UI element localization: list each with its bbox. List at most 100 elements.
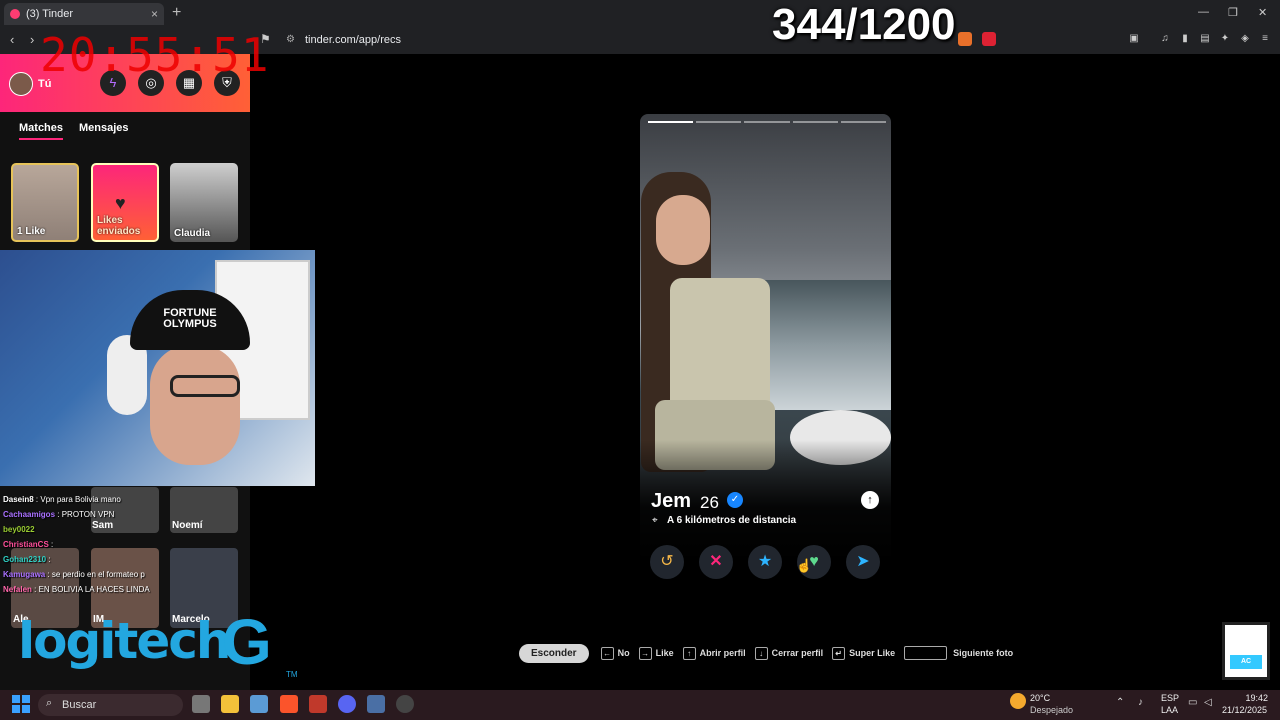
stream-clock: 20:55:51 xyxy=(40,28,270,82)
location-pin-icon: ⌖ xyxy=(652,515,658,526)
hint-no: ← No xyxy=(600,646,630,660)
weather-desc[interactable]: Despejado xyxy=(1030,705,1073,715)
discord-icon[interactable] xyxy=(338,695,356,713)
brave-browser-icon[interactable] xyxy=(280,695,298,713)
new-tab-button[interactable]: + xyxy=(172,4,181,22)
super-like-button[interactable]: ★ xyxy=(748,545,782,579)
chat-text: : Vpn para Bolivia mano xyxy=(33,495,121,504)
trademark-mark: TM xyxy=(286,670,298,679)
taskbar-time[interactable]: 19:42 xyxy=(1238,693,1268,703)
settings-icon[interactable] xyxy=(367,695,385,713)
chat-message: Kamugawa : se perdio en el formateo p xyxy=(3,567,248,582)
minimize-button[interactable]: — xyxy=(1198,6,1209,18)
match-name: Claudia xyxy=(174,228,211,239)
mouse-cursor-icon: ☝ xyxy=(796,558,813,573)
leo-ai-icon[interactable]: ✦ xyxy=(1218,32,1232,46)
hint-open-profile-label: Abrir perfil xyxy=(699,648,746,658)
browser-tabbar xyxy=(0,0,1280,28)
url-field[interactable]: tinder.com/app/recs xyxy=(305,34,401,46)
likes-sent-card[interactable]: ♥ Likes enviados xyxy=(91,163,159,242)
chat-username: ChristianCS xyxy=(3,540,49,549)
brave-shield-icon[interactable] xyxy=(958,32,972,46)
chat-username: Nefalen xyxy=(3,585,32,594)
user-avatar[interactable] xyxy=(9,72,33,96)
obs-icon[interactable] xyxy=(396,695,414,713)
sidebar-icon[interactable]: ▮ xyxy=(1178,32,1192,46)
verified-badge-icon: ✓ xyxy=(727,492,743,508)
right-key-icon: → xyxy=(638,646,652,660)
photo-progress-segment[interactable] xyxy=(696,121,742,123)
boost-button[interactable]: ➤ xyxy=(846,545,880,579)
chat-username: Gohan2310 xyxy=(3,555,47,564)
weather-sun-icon xyxy=(1010,693,1026,709)
tab-close-icon[interactable]: × xyxy=(151,7,158,21)
up-key-icon: ↑ xyxy=(682,646,696,660)
hint-super-like: ↵ Super Like xyxy=(832,646,896,660)
volume-icon[interactable]: ◁ xyxy=(1204,697,1212,708)
likes-card-label: 1 Like xyxy=(17,226,46,237)
network-icon[interactable]: ▭ xyxy=(1188,697,1197,708)
menu-icon[interactable]: ≡ xyxy=(1258,32,1272,46)
chat-message: ChristianCS : xyxy=(3,537,248,552)
chat-message: Cachaamigos : PROTON VPN xyxy=(3,507,248,522)
profile-distance: A 6 kilómetros de distancia xyxy=(667,515,797,526)
enter-key-icon: ↵ xyxy=(832,646,846,660)
taskbar-date[interactable]: 21/12/2025 xyxy=(1222,705,1267,715)
chat-text: : EN BOLIVIA LA HACES LINDA xyxy=(31,585,150,594)
chat-text: : xyxy=(46,555,51,564)
photo-progress-segment[interactable] xyxy=(792,121,838,123)
chat-text: : PROTON VPN xyxy=(55,510,115,519)
vpn-icon[interactable]: ◈ xyxy=(1238,32,1252,46)
chat-username: bey0022 xyxy=(3,525,35,534)
music-icon[interactable]: ♫ xyxy=(1158,32,1172,46)
photo-progress-segment[interactable] xyxy=(840,121,886,123)
hint-close-profile: ↓ Cerrar perfil xyxy=(754,646,823,660)
input-layout[interactable]: LAA xyxy=(1161,705,1178,715)
close-window-button[interactable]: ✕ xyxy=(1258,6,1267,19)
app-icon[interactable] xyxy=(309,695,327,713)
nope-button[interactable]: ✕ xyxy=(699,545,733,579)
hint-like: → Like xyxy=(638,646,674,660)
rewind-button[interactable]: ↺ xyxy=(650,545,684,579)
photo-person-top xyxy=(670,278,770,413)
hint-no-label: No xyxy=(617,648,630,658)
chat-message: Dasein8 : Vpn para Bolivia mano xyxy=(3,492,248,507)
tab-mensajes[interactable]: Mensajes xyxy=(79,122,129,134)
chat-username: Dasein8 xyxy=(3,495,34,504)
photo-progress-segment[interactable] xyxy=(648,121,694,123)
stream-chat: Dasein8 : Vpn para Bolivia mano Cachaamig… xyxy=(3,492,248,597)
input-language[interactable]: ESP xyxy=(1161,693,1179,703)
tray-expand-icon[interactable]: ⌃ xyxy=(1116,697,1124,708)
site-info-icon[interactable]: ⚙ xyxy=(286,34,295,45)
hint-super-like-label: Super Like xyxy=(849,648,896,658)
open-profile-arrow-icon[interactable]: ↑ xyxy=(861,491,879,509)
chat-message: Nefalen : EN BOLIVIA LA HACES LINDA xyxy=(3,582,248,597)
mic-icon[interactable]: ♪ xyxy=(1138,697,1143,708)
windows-start-icon[interactable] xyxy=(12,695,30,713)
profile-name: Jem xyxy=(651,490,692,512)
photo-progress-segment[interactable] xyxy=(744,121,790,123)
screenshot-icon[interactable]: ▣ xyxy=(1127,32,1141,46)
match-card-claudia[interactable]: Claudia xyxy=(170,163,238,242)
space-key-icon xyxy=(904,646,948,660)
webcam-streamer-face xyxy=(150,345,240,465)
store-icon[interactable] xyxy=(250,695,268,713)
forward-arrow-icon[interactable]: › xyxy=(30,32,34,47)
brave-rewards-icon[interactable] xyxy=(982,32,996,46)
back-arrow-icon[interactable]: ‹ xyxy=(10,32,14,47)
chat-message: bey0022 xyxy=(3,522,248,537)
likes-card[interactable]: 1 Like xyxy=(11,163,79,242)
maximize-button[interactable]: ❐ xyxy=(1228,6,1238,19)
weather-temp[interactable]: 20°C xyxy=(1030,693,1050,703)
task-view-icon[interactable] xyxy=(192,695,210,713)
webcam-cap-text: FORTUNE OLYMPUS xyxy=(163,307,217,330)
tab-tinder[interactable]: (3) Tinder × xyxy=(4,3,164,25)
file-explorer-icon[interactable] xyxy=(221,695,239,713)
taskbar-search[interactable]: Buscar xyxy=(38,694,183,716)
hint-next-photo: Siguiente foto xyxy=(904,646,1013,660)
tab-matches[interactable]: Matches xyxy=(19,122,64,140)
chat-text: : xyxy=(48,540,54,549)
hide-hints-button[interactable]: Esconder xyxy=(519,643,589,663)
wallet-icon[interactable]: ▤ xyxy=(1198,32,1212,46)
chat-username: Cachaamigos xyxy=(3,510,56,519)
